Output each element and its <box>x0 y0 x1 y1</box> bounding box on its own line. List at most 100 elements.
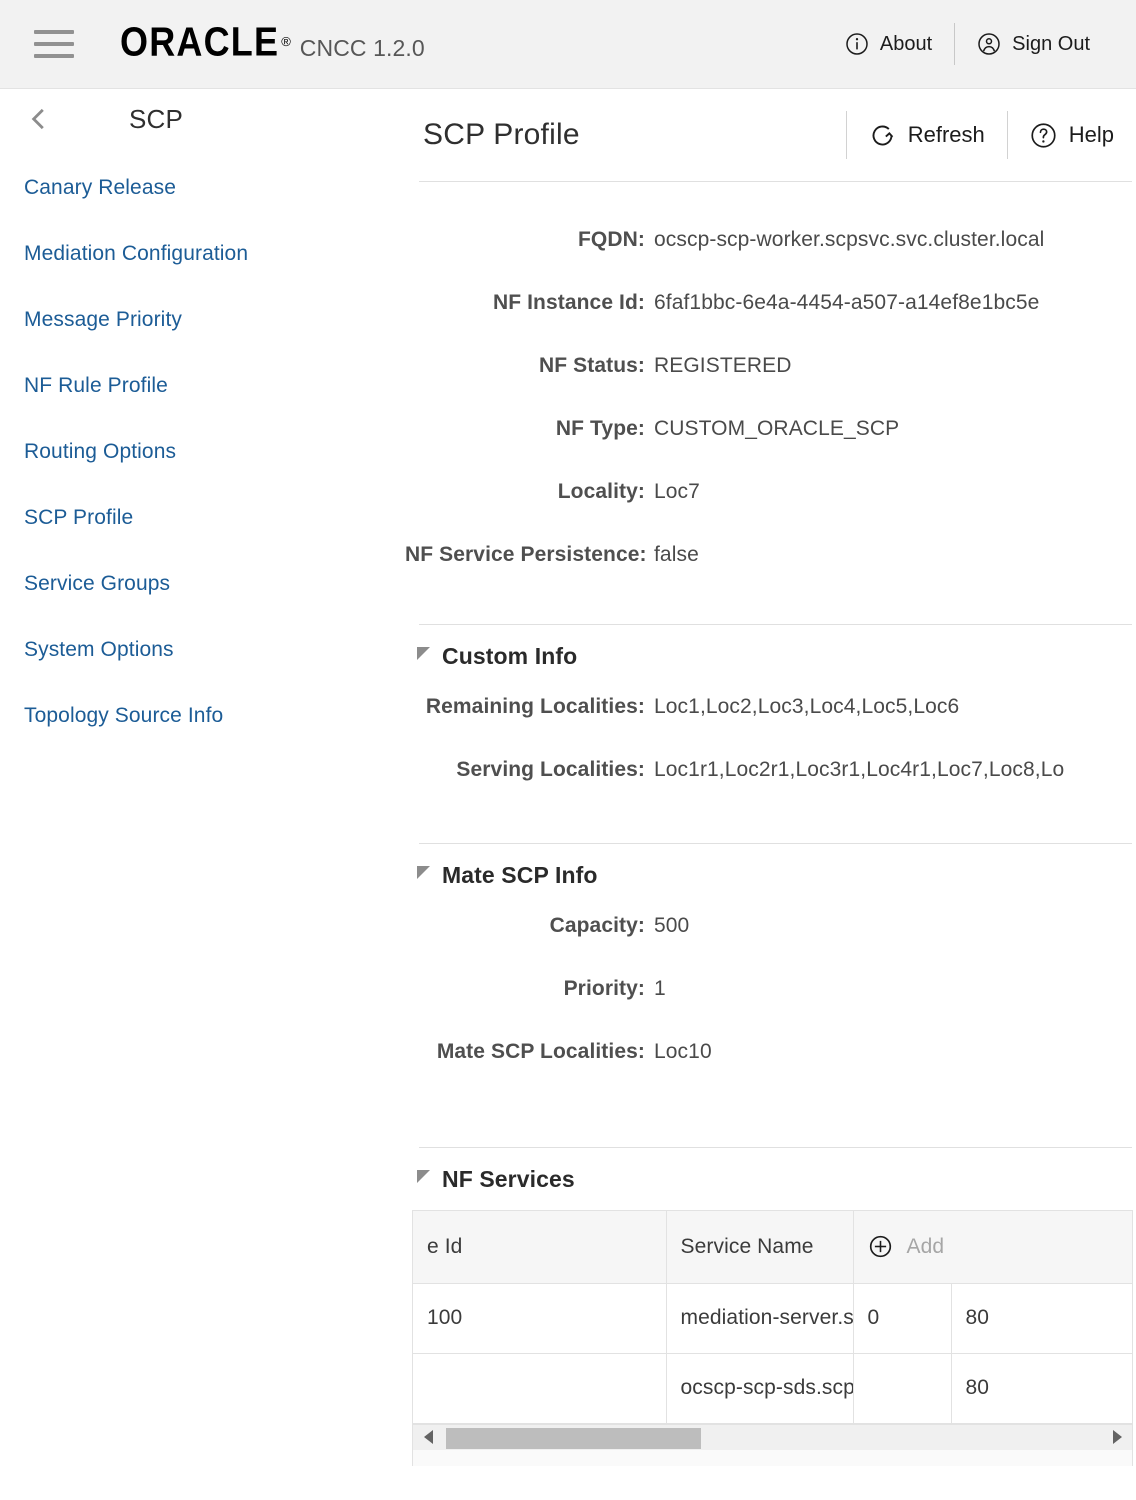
field-row-nf-status: NF Status: REGISTERED <box>405 354 1136 417</box>
refresh-button[interactable]: Refresh <box>847 111 1007 159</box>
triangle-collapse-icon[interactable] <box>417 865 430 879</box>
sidebar-item-topology-source-info[interactable]: Topology Source Info <box>0 683 400 749</box>
help-label: Help <box>1068 122 1114 147</box>
field-label: Remaining Localities: <box>425 695 645 718</box>
column-header-service-name[interactable]: Service Name <box>666 1211 854 1284</box>
field-label: Priority: <box>563 977 645 1000</box>
sidebar-title: SCP <box>129 103 184 134</box>
cell-service-id <box>413 1353 667 1424</box>
section-header-custom-info[interactable]: Custom Info <box>405 625 1136 687</box>
section-header-mate-scp-info[interactable]: Mate SCP Info <box>405 844 1136 906</box>
cell-service-name: ocscp-scp-sds.scpsvc.svc.cluster.local <box>666 1353 854 1424</box>
add-button-label: Add <box>906 1234 945 1258</box>
table-header-row: e Id Service Name Add <box>413 1211 1132 1284</box>
sidebar: SCP Canary Release Mediation Configurati… <box>0 89 400 1500</box>
column-header-add[interactable]: Add <box>853 1211 1132 1284</box>
profile-fields: FQDN: ocscp-scp-worker.scpsvc.svc.cluste… <box>405 182 1136 606</box>
field-value: Loc7 <box>654 480 700 503</box>
top-bar-actions: About Sign Out <box>823 22 1112 66</box>
section-nf-services: NF Services e Id Service Name Add 100 me… <box>405 1148 1136 1466</box>
field-row-locality: Locality: Loc7 <box>405 480 1136 543</box>
horizontal-scrollbar[interactable] <box>413 1423 1132 1450</box>
field-value: false <box>654 543 699 566</box>
sidebar-item-system-options[interactable]: System Options <box>0 617 400 683</box>
field-label: NF Service Persistence: <box>405 543 647 566</box>
table-body: 100 mediation-server.scpsvc.svc.cluster.… <box>413 1283 1132 1424</box>
sidebar-item-message-priority[interactable]: Message Priority <box>0 287 400 353</box>
table-header: e Id Service Name Add <box>413 1211 1132 1284</box>
custom-info-fields: Remaining Localities: Loc1,Loc2,Loc3,Loc… <box>405 687 1136 821</box>
section-custom-info: Custom Info Remaining Localities: Loc1,L… <box>405 625 1136 821</box>
refresh-label: Refresh <box>907 122 985 147</box>
scrollbar-thumb[interactable] <box>446 1427 701 1449</box>
help-button[interactable]: Help <box>1008 111 1136 159</box>
cell-col3 <box>853 1353 952 1424</box>
hamburger-icon[interactable] <box>34 30 74 58</box>
field-value: Loc1,Loc2,Loc3,Loc4,Loc5,Loc6 <box>654 695 960 718</box>
sidebar-item-mediation-configuration[interactable]: Mediation Configuration <box>0 221 400 287</box>
field-label: NF Status: <box>539 354 645 377</box>
chevron-left-icon[interactable] <box>25 106 51 132</box>
field-row-serving-localities: Serving Localities: Loc1r1,Loc2r1,Loc3r1… <box>405 758 1136 821</box>
main-header-actions: Refresh Help <box>845 110 1136 160</box>
sign-out-label: Sign Out <box>1012 32 1090 55</box>
mate-scp-info-fields: Capacity: 500 Priority: 1 Mate SCP Local… <box>405 906 1136 1103</box>
sidebar-item-scp-profile[interactable]: SCP Profile <box>0 485 400 551</box>
user-account-icon <box>978 33 1000 55</box>
field-value: REGISTERED <box>654 354 792 377</box>
nf-services-table: e Id Service Name Add 100 mediation-serv… <box>412 1210 1133 1450</box>
field-value: Loc1r1,Loc2r1,Loc3r1,Loc4r1,Loc7,Loc8,Lo <box>654 758 1065 781</box>
triangle-collapse-icon[interactable] <box>417 1169 430 1183</box>
sidebar-item-service-groups[interactable]: Service Groups <box>0 551 400 617</box>
field-row-remaining-localities: Remaining Localities: Loc1,Loc2,Loc3,Loc… <box>405 695 1136 758</box>
scroll-left-arrow-icon[interactable] <box>417 1424 439 1450</box>
table: e Id Service Name Add 100 mediation-serv… <box>413 1211 1132 1424</box>
scroll-right-arrow-icon[interactable] <box>1106 1424 1128 1450</box>
refresh-icon <box>872 125 893 145</box>
brand: ORACLE ® CNCC 1.2.0 <box>120 21 425 62</box>
sidebar-header: SCP <box>0 89 400 149</box>
field-label: Locality: <box>557 480 645 503</box>
cell-service-id: 100 <box>413 1283 667 1354</box>
about-label: About <box>879 32 933 55</box>
about-button[interactable]: About <box>823 22 954 66</box>
plus-circle-icon[interactable] <box>868 1234 893 1259</box>
field-value: CUSTOM_ORACLE_SCP <box>654 417 900 440</box>
field-label: Serving Localities: <box>456 758 645 781</box>
product-version-label: CNCC 1.2.0 <box>299 35 425 61</box>
triangle-collapse-icon[interactable] <box>417 646 430 660</box>
oracle-logo: ORACLE <box>120 18 280 65</box>
field-label: Capacity: <box>549 914 645 937</box>
page-body: SCP Canary Release Mediation Configurati… <box>0 89 1136 1500</box>
cell-col4: 80 <box>951 1283 1132 1354</box>
sidebar-nav: Canary Release Mediation Configuration M… <box>0 149 400 749</box>
sign-out-button[interactable]: Sign Out <box>955 22 1112 66</box>
sidebar-item-nf-rule-profile[interactable]: NF Rule Profile <box>0 353 400 419</box>
page-title: SCP Profile <box>423 118 580 151</box>
field-row-mate-scp-localities: Mate SCP Localities: Loc10 <box>405 1040 1136 1103</box>
sidebar-item-canary-release[interactable]: Canary Release <box>0 155 400 221</box>
field-row-priority: Priority: 1 <box>405 977 1136 1040</box>
top-app-bar: ORACLE ® CNCC 1.2.0 About Sign Out <box>0 0 1136 89</box>
field-value: 6faf1bbc-6e4a-4454-a507-a14ef8e1bc5e <box>654 291 1040 314</box>
section-title: NF Services <box>442 1165 575 1192</box>
table-row[interactable]: ocscp-scp-sds.scpsvc.svc.cluster.local 8… <box>413 1353 1132 1424</box>
cell-col4: 80 <box>951 1353 1132 1424</box>
field-row-nf-type: NF Type: CUSTOM_ORACLE_SCP <box>405 417 1136 480</box>
info-icon <box>846 33 868 55</box>
scrollbar-track[interactable] <box>441 1425 1104 1450</box>
field-label: NF Instance Id: <box>492 291 645 314</box>
field-row-nf-instance-id: NF Instance Id: 6faf1bbc-6e4a-4454-a507-… <box>405 291 1136 354</box>
column-header-service-id[interactable]: e Id <box>413 1211 667 1284</box>
main-content: SCP Profile Refresh Help FQDN: ocscp-scp… <box>400 89 1136 1500</box>
field-row-capacity: Capacity: 500 <box>405 914 1136 977</box>
section-header-nf-services[interactable]: NF Services <box>405 1148 1136 1210</box>
sidebar-item-routing-options[interactable]: Routing Options <box>0 419 400 485</box>
table-row[interactable]: 100 mediation-server.scpsvc.svc.cluster.… <box>413 1283 1132 1354</box>
field-value: 500 <box>654 914 690 937</box>
cell-service-name: mediation-server.scpsvc.svc.cluster.loca… <box>666 1283 854 1354</box>
field-row-nf-service-persistence: NF Service Persistence: false <box>405 543 1136 606</box>
registered-trademark-icon: ® <box>281 34 291 49</box>
field-value: ocscp-scp-worker.scpsvc.svc.cluster.loca… <box>654 228 1045 251</box>
section-title: Mate SCP Info <box>442 861 598 888</box>
